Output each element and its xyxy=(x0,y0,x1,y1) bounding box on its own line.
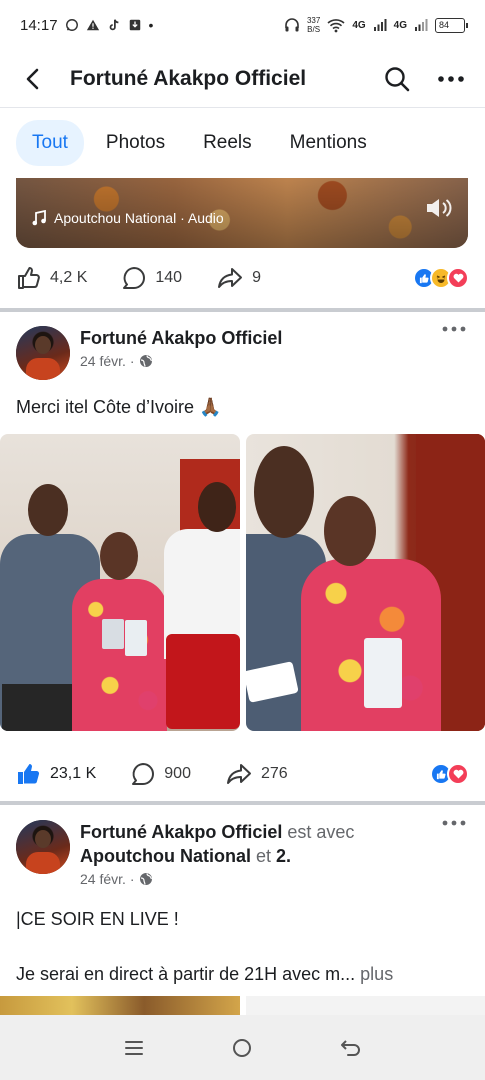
back-arrow-icon xyxy=(340,1039,360,1056)
post-header: Fortuné Akakpo Officiel 24 févr. · xyxy=(16,326,469,380)
tab-tout[interactable]: Tout xyxy=(16,120,84,166)
more-horizontal-icon xyxy=(438,75,464,82)
volume-icon[interactable] xyxy=(424,196,454,220)
post-text-line-2: Je serai en direct à partir de 21H avec … xyxy=(16,964,394,984)
wifi-icon xyxy=(327,18,345,32)
search-icon xyxy=(385,66,410,91)
signal-1-label: 4G xyxy=(352,19,366,31)
download-icon xyxy=(129,19,140,31)
comment-button[interactable]: 140 xyxy=(121,265,182,291)
reaction-summary[interactable] xyxy=(430,763,469,785)
like-button[interactable]: 4,2 K xyxy=(16,265,87,291)
comment-count: 140 xyxy=(155,269,183,286)
post-more-button[interactable] xyxy=(439,820,469,844)
share-count: 276 xyxy=(260,765,288,782)
comment-icon xyxy=(123,267,146,289)
more-horizontal-icon xyxy=(442,326,466,332)
net-speed: 337 B/S xyxy=(306,16,321,34)
music-note-icon xyxy=(32,210,46,226)
recent-apps-button[interactable] xyxy=(114,1028,154,1068)
search-button[interactable] xyxy=(379,61,415,97)
avatar[interactable] xyxy=(16,326,70,380)
audio-label-text: Apoutchou National · Audio xyxy=(54,210,224,226)
system-navigation-bar xyxy=(0,1015,485,1080)
page-header: Fortuné Akakpo Officiel xyxy=(0,50,485,108)
comment-button[interactable]: 900 xyxy=(130,761,191,787)
signal-bars-icon xyxy=(373,19,387,31)
love-reaction-icon xyxy=(447,267,469,289)
thumbs-up-outline-icon xyxy=(18,267,40,289)
post-more-button[interactable] xyxy=(439,326,469,350)
post-timestamp[interactable]: 24 févr. · xyxy=(80,871,439,887)
arrow-left-icon xyxy=(26,68,39,89)
post-text: Merci itel Côte d’Ivoire 🙏🏾 xyxy=(16,397,222,417)
status-bar: 14:17 • 337 B/S 4G 4G 84 xyxy=(0,0,485,50)
post-actions: 23,1 K 900 276 xyxy=(0,744,485,804)
thumbs-up-filled-icon xyxy=(18,764,40,784)
share-arrow-icon xyxy=(226,764,251,784)
tagged-others[interactable]: 2 xyxy=(276,846,286,866)
comment-count: 900 xyxy=(164,765,191,782)
and-text: et xyxy=(256,846,272,866)
post-author[interactable]: Fortuné Akakpo Officiel xyxy=(80,822,282,842)
previous-post-actions: 4,2 K 140 9 xyxy=(0,248,485,308)
battery-indicator: 84 xyxy=(435,17,468,33)
home-button[interactable] xyxy=(222,1028,262,1068)
menu-lines-icon xyxy=(125,1040,144,1055)
like-count: 23,1 K xyxy=(50,765,97,782)
post-divider xyxy=(0,308,485,312)
warning-icon xyxy=(86,19,99,31)
audio-label[interactable]: Apoutchou National · Audio xyxy=(32,210,224,226)
back-nav-button[interactable] xyxy=(331,1028,371,1068)
share-count: 9 xyxy=(252,269,261,286)
with-text: est avec xyxy=(287,822,355,842)
post-timestamp[interactable]: 24 févr. · xyxy=(80,353,439,369)
tab-mentions[interactable]: Mentions xyxy=(274,120,383,166)
post-header: Fortuné Akakpo Officiel est avec Apoutch… xyxy=(16,820,469,887)
more-options-button[interactable] xyxy=(433,61,469,97)
share-button[interactable]: 276 xyxy=(225,761,288,787)
reaction-summary[interactable] xyxy=(413,267,469,289)
tiktok-icon xyxy=(109,19,118,31)
see-more-link[interactable]: plus xyxy=(360,964,393,984)
whatsapp-icon xyxy=(65,19,78,31)
signal-bars-2-icon xyxy=(415,19,428,31)
previous-post-video[interactable]: Apoutchou National · Audio xyxy=(16,178,468,248)
back-button[interactable] xyxy=(16,62,50,96)
post-media-preview[interactable] xyxy=(0,996,485,1016)
post-author[interactable]: Fortuné Akakpo Officiel xyxy=(80,326,439,350)
profile-tabs: Tout Photos Reels Mentions xyxy=(0,108,485,178)
share-arrow-icon xyxy=(218,268,243,288)
like-button[interactable]: 23,1 K xyxy=(16,761,96,787)
like-count: 4,2 K xyxy=(50,269,88,286)
post-author-line: Fortuné Akakpo Officiel est avec Apoutch… xyxy=(80,822,355,866)
love-reaction-icon xyxy=(447,763,469,785)
post-divider xyxy=(0,801,485,805)
post-text-line-1: |CE SOIR EN LIVE ! xyxy=(16,909,179,929)
tab-reels[interactable]: Reels xyxy=(187,120,268,166)
tagged-person[interactable]: Apoutchou National xyxy=(80,846,251,866)
avatar[interactable] xyxy=(16,820,70,874)
post-photo-2[interactable] xyxy=(246,434,485,731)
signal-2-label: 4G xyxy=(393,19,407,31)
globe-icon xyxy=(139,355,152,367)
headphones-icon xyxy=(285,18,299,32)
status-time: 14:17 xyxy=(20,16,58,34)
dot-icon: • xyxy=(148,17,154,33)
tab-photos[interactable]: Photos xyxy=(90,120,181,166)
share-button[interactable]: 9 xyxy=(216,265,261,291)
post-photo-1[interactable] xyxy=(0,434,240,731)
comment-icon xyxy=(132,763,155,785)
home-circle-icon xyxy=(233,1038,252,1057)
page-title: Fortuné Akakpo Officiel xyxy=(70,66,307,90)
more-horizontal-icon xyxy=(442,820,466,826)
globe-icon xyxy=(139,873,152,885)
